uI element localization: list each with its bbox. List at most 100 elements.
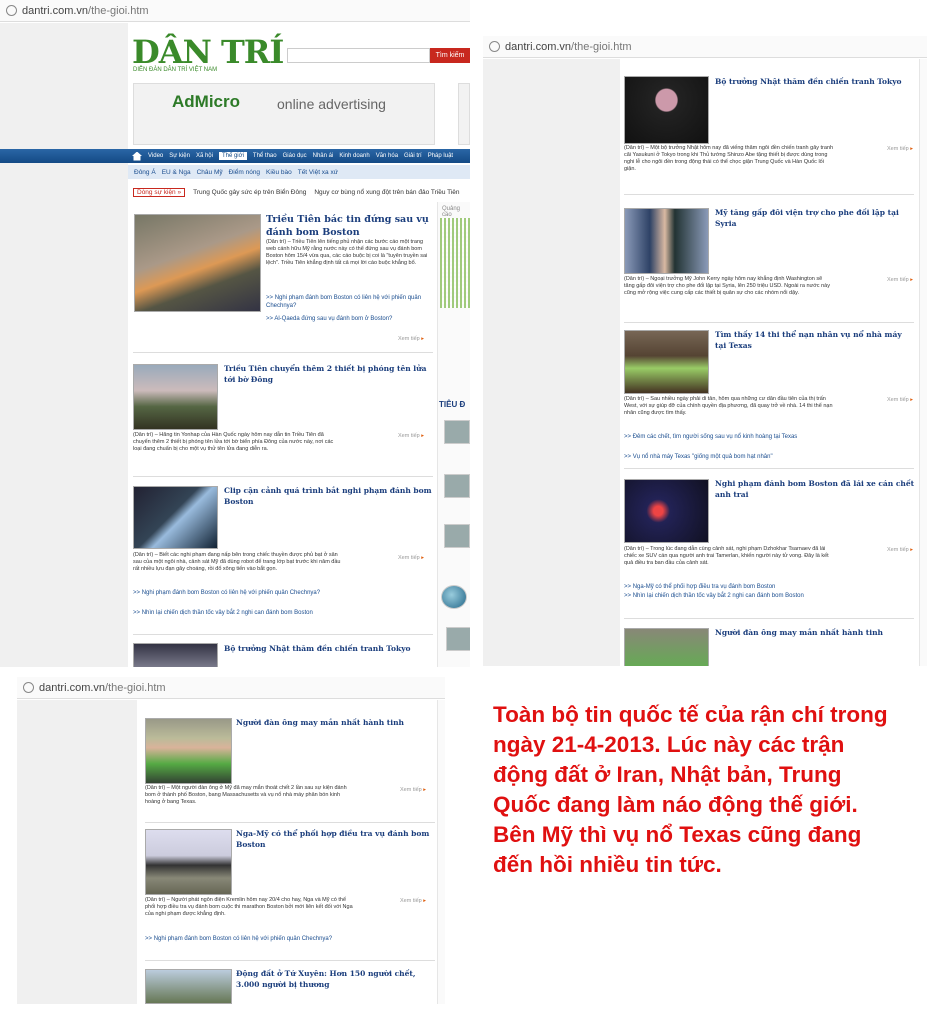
article-8-image[interactable] <box>145 718 232 784</box>
sidebar-globe-icon[interactable] <box>441 585 467 609</box>
article-3-image[interactable] <box>133 486 218 549</box>
article-7-related-2[interactable]: >> Nhìn lại chiến dịch thần tốc vây bắt … <box>624 593 834 601</box>
article-8-title[interactable]: Người đàn ông may mắn nhất hành tinh <box>236 717 431 728</box>
divider <box>145 822 435 823</box>
left-margin <box>0 23 128 667</box>
article-7-more[interactable]: Xem tiếp <box>887 547 913 553</box>
ad-label: Quảng cáo <box>442 206 461 218</box>
article-6-title[interactable]: Tìm thấy 14 thi thể nạn nhân vụ nổ nhà m… <box>715 329 915 351</box>
site-tagline: DIỄN ĐÀN DÂN TRÍ VIỆT NAM <box>133 67 218 73</box>
nav-van-hoa[interactable]: Văn hóa <box>376 153 398 159</box>
article-8-summary: (Dân trí) – Một người đàn ông ở Mỹ đã ma… <box>145 785 347 805</box>
subnav-eu-nga[interactable]: EU & Nga <box>162 169 191 176</box>
sidebar-thumb-4[interactable] <box>446 627 470 651</box>
ad-banner-text: online advertising <box>277 96 386 112</box>
article-10-title[interactable]: Động đất ở Tứ Xuyên: Hơn 150 người chết,… <box>236 968 436 990</box>
article-2-image[interactable] <box>133 364 218 430</box>
article-6-image[interactable] <box>624 330 709 394</box>
subnav-diem-nong[interactable]: Điểm nóng <box>229 169 260 176</box>
nav-giao-duc[interactable]: Giáo dục <box>283 153 307 159</box>
article-2-title[interactable]: Triều Tiên chuyển thêm 2 thiết bị phóng … <box>224 363 434 385</box>
event-tag[interactable]: Dòng sự kiện » <box>133 187 186 197</box>
article-6-more[interactable]: Xem tiếp <box>887 397 913 403</box>
subnav-tet-viet[interactable]: Tết Việt xa xứ <box>298 169 338 176</box>
article-8-title[interactable]: Người đàn ông may mắn nhất hành tinh <box>715 627 915 638</box>
article-2-more[interactable]: Xem tiếp <box>398 433 424 439</box>
article-8-image[interactable] <box>624 628 709 666</box>
article-8-more[interactable]: Xem tiếp <box>400 787 426 793</box>
event-bar: Dòng sự kiện » Trung Quốc gây sức ép trê… <box>133 185 470 199</box>
nav-phap-luat[interactable]: Pháp luật <box>428 153 453 159</box>
subnav-chau-my[interactable]: Châu Mỹ <box>197 169 223 176</box>
divider <box>624 618 914 619</box>
article-9-image[interactable] <box>145 829 232 895</box>
screenshot-3: dantri.com.vn/the-gioi.htm Người đàn ông… <box>17 677 445 1004</box>
nav-the-thao[interactable]: Thể thao <box>253 153 277 159</box>
article-1-image[interactable] <box>134 214 261 312</box>
right-sidebar <box>437 700 445 1004</box>
article-4-summary: (Dân trí) – Một bộ trưởng Nhật hôm nay đ… <box>624 145 834 172</box>
subnav-dong-a[interactable]: Đông Á <box>134 169 156 176</box>
search-input[interactable] <box>287 48 430 63</box>
screenshot-2: dantri.com.vn/the-gioi.htm Bộ trưởng Nhậ… <box>483 36 927 666</box>
nav-video[interactable]: Video <box>148 153 163 159</box>
article-9-more[interactable]: Xem tiếp <box>400 898 426 904</box>
nav-kinh-doanh[interactable]: Kinh doanh <box>339 153 369 159</box>
article-7-image[interactable] <box>624 479 709 543</box>
article-5-image[interactable] <box>624 208 709 274</box>
article-7-summary: (Dân trí) – Trong lúc đang dẫn cùng cảnh… <box>624 546 829 566</box>
article-9-title[interactable]: Nga-Mỹ có thể phối hợp điều tra vụ đánh … <box>236 828 431 850</box>
ad-banner[interactable]: AdMicro online advertising <box>133 83 435 145</box>
url-path: /the-gioi.htm <box>105 681 166 694</box>
address-bar[interactable]: dantri.com.vn/the-gioi.htm <box>17 677 445 699</box>
article-1-related-1[interactable]: >> Nghi phạm đánh bom Boston có liên hệ … <box>266 295 431 310</box>
article-7-title[interactable]: Nghi phạm đánh bom Boston đã lái xe cán … <box>715 478 915 500</box>
article-3-summary: (Dân trí) – Biết các nghi phạm đang nấp … <box>133 552 341 572</box>
site-logo[interactable]: DÂN TRÍ <box>132 33 284 71</box>
article-4-more[interactable]: Xem tiếp <box>887 146 913 152</box>
left-margin <box>17 700 137 1004</box>
article-9-related-1[interactable]: >> Nghi phạm đánh bom Boston có liên hệ … <box>145 936 355 944</box>
nav-xa-hoi[interactable]: Xã hội <box>196 153 213 159</box>
article-6-related-2[interactable]: >> Vụ nổ nhà máy Texas "giống một quả bo… <box>624 454 834 462</box>
search-button[interactable]: Tìm kiếm <box>430 48 470 63</box>
article-10-image[interactable] <box>145 969 232 1004</box>
article-4-image[interactable] <box>133 643 218 667</box>
main-nav: Video Sự kiện Xã hội Thế giới Thể thao G… <box>128 149 470 163</box>
nav-su-kien[interactable]: Sự kiện <box>169 153 190 159</box>
address-bar[interactable]: dantri.com.vn/the-gioi.htm <box>0 0 470 22</box>
article-6-related-1[interactable]: >> Đêm các chết, tìm người sống sau vụ n… <box>624 434 834 442</box>
divider <box>133 634 433 635</box>
event-item-1[interactable]: Trung Quốc gây sức ép trên Biển Đông <box>193 189 306 196</box>
article-7-related-1[interactable]: >> Nga-Mỹ có thể phối hợp điều tra vụ đá… <box>624 584 834 592</box>
article-9-summary: (Dân trí) – Người phát ngôn điện Kremlin… <box>145 897 353 917</box>
nav-giai-tri[interactable]: Giải trí <box>404 153 422 159</box>
article-1-title[interactable]: Triều Tiên bác tin đứng sau vụ đánh bom … <box>266 213 431 239</box>
article-3-more[interactable]: Xem tiếp <box>398 555 424 561</box>
ad-banner-side[interactable] <box>458 83 470 145</box>
divider <box>624 468 914 469</box>
subnav-kieu-bao[interactable]: Kiều bào <box>266 169 292 176</box>
event-item-2[interactable]: Nguy cơ bùng nổ xung đột trên bán đảo Tr… <box>314 189 459 196</box>
article-4-title[interactable]: Bộ trưởng Nhật thăm đền chiến tranh Toky… <box>224 643 434 654</box>
home-icon[interactable] <box>132 151 142 161</box>
article-3-related-2[interactable]: >> Nhìn lại chiến dịch thần tốc vây bắt … <box>133 610 343 618</box>
article-5-title[interactable]: Mỹ tăng gấp đôi viện trợ cho phe đối lập… <box>715 207 915 229</box>
nav-the-gioi[interactable]: Thế giới <box>218 152 247 160</box>
article-4-title[interactable]: Bộ trưởng Nhật thăm đền chiến tranh Toky… <box>715 76 915 87</box>
sub-nav: Đông Á EU & Nga Châu Mỹ Điểm nóng Kiều b… <box>128 165 470 179</box>
url-path: /the-gioi.htm <box>88 4 149 17</box>
sidebar-thumb-1[interactable] <box>444 420 470 444</box>
article-5-more[interactable]: Xem tiếp <box>887 277 913 283</box>
article-3-related-1[interactable]: >> Nghi phạm đánh bom Boston có liên hệ … <box>133 590 343 598</box>
article-1-more[interactable]: Xem tiếp <box>398 336 424 342</box>
nav-nhan-ai[interactable]: Nhân ái <box>313 153 334 159</box>
address-bar[interactable]: dantri.com.vn/the-gioi.htm <box>483 36 927 58</box>
article-3-title[interactable]: Clip cận cảnh quá trình bắt nghi phạm đá… <box>224 485 434 507</box>
ad-graphic[interactable] <box>440 218 470 308</box>
article-1-related-2[interactable]: >> Al-Qaeda đứng sau vụ đánh bom ở Bosto… <box>266 316 431 324</box>
article-4-image[interactable] <box>624 76 709 144</box>
sidebar-thumb-3[interactable] <box>444 524 470 548</box>
sidebar-thumb-2[interactable] <box>444 474 470 498</box>
right-sidebar: Quảng cáo TIÊU Đ <box>437 202 470 667</box>
